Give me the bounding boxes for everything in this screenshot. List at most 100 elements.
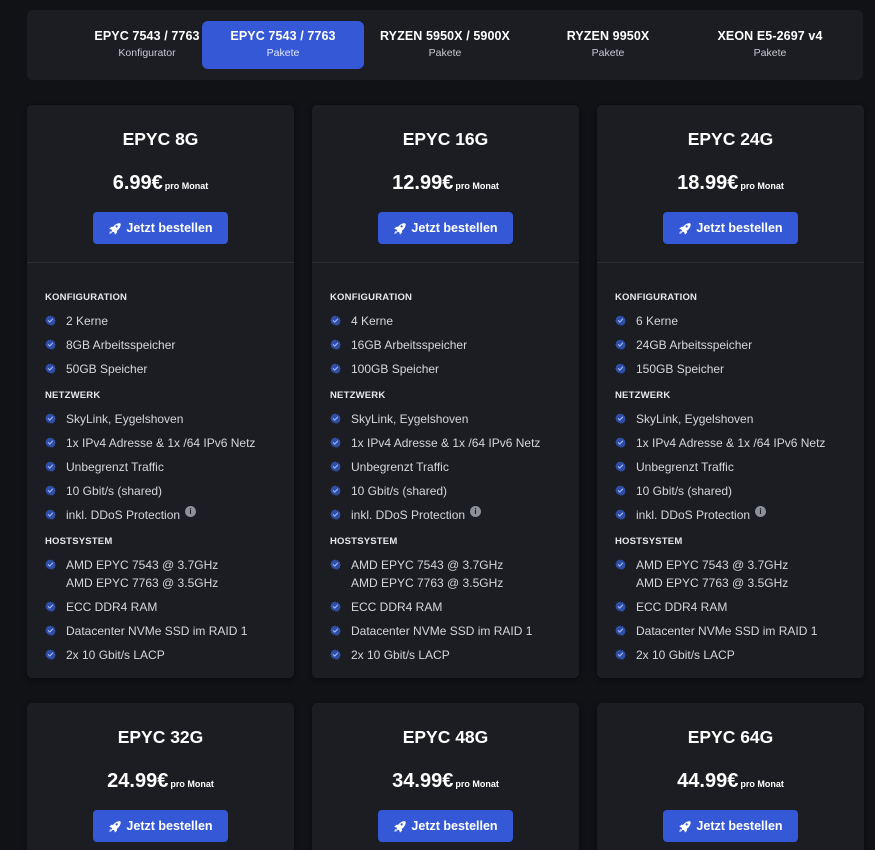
info-icon[interactable]: i xyxy=(185,506,197,517)
cpu-line-2: AMD EPYC 7763 @ 3.5GHz xyxy=(66,576,219,590)
section-netzwerk: NETZWERK xyxy=(330,390,386,401)
check-badge-icon xyxy=(615,649,626,660)
price-period: pro Monat xyxy=(740,181,784,191)
plan-price: 34.99€ xyxy=(392,770,454,792)
feature-text: 6 Kerne xyxy=(636,314,679,328)
plan-card: EPYC 48G 34.99€ pro Monat Jetzt bestellen xyxy=(312,703,579,850)
order-button[interactable]: Jetzt bestellen xyxy=(378,810,513,842)
feature-item: 2x 10 Gbit/s LACP xyxy=(330,646,579,664)
feature-text: ECC DDR4 RAM xyxy=(351,600,443,614)
feature-item: 24GB Arbeitsspeicher xyxy=(615,336,864,354)
tab-title: RYZEN 9950X xyxy=(566,29,650,43)
check-badge-icon xyxy=(330,315,341,326)
feature-text: 1x IPv4 Adresse & 1x /64 IPv6 Netz xyxy=(66,436,256,450)
check-badge-icon xyxy=(330,601,341,612)
order-button[interactable]: Jetzt bestellen xyxy=(93,810,228,842)
order-button[interactable]: Jetzt bestellen xyxy=(93,212,228,244)
feature-item: Datacenter NVMe SSD im RAID 1 xyxy=(330,622,579,640)
feature-item: 10 Gbit/s (shared) xyxy=(615,482,864,500)
check-badge-icon xyxy=(45,363,56,374)
feature-item: Unbegrenzt Traffic xyxy=(330,458,579,476)
plan-header: EPYC 64G 44.99€ pro Monat Jetzt bestellen xyxy=(597,703,864,850)
check-badge-icon xyxy=(615,339,626,350)
plan-price-row: 24.99€ pro Monat xyxy=(27,770,294,793)
feature-text: Unbegrenzt Traffic xyxy=(66,460,164,474)
feature-item: ECC DDR4 RAM xyxy=(45,598,294,616)
feature-text: ECC DDR4 RAM xyxy=(636,600,728,614)
cpu-line-1: AMD EPYC 7543 @ 3.7GHz xyxy=(636,558,789,572)
feature-item: Datacenter NVMe SSD im RAID 1 xyxy=(45,622,294,640)
check-badge-icon xyxy=(615,625,626,636)
feature-item: 1x IPv4 Adresse & 1x /64 IPv6 Netz xyxy=(45,434,294,452)
check-badge-icon xyxy=(45,601,56,612)
plan-price-row: 12.99€ pro Monat xyxy=(312,172,579,195)
check-badge-icon xyxy=(615,437,626,448)
section-hostsystem: HOSTSYSTEM xyxy=(330,536,398,547)
feature-text: 1x IPv4 Adresse & 1x /64 IPv6 Netz xyxy=(351,436,541,450)
feature-text: 100GB Speicher xyxy=(351,362,440,376)
feature-item: 1x IPv4 Adresse & 1x /64 IPv6 Netz xyxy=(330,434,579,452)
info-icon[interactable]: i xyxy=(755,506,767,517)
plan-card: EPYC 16G 12.99€ pro Monat Jetzt bestellen KO… xyxy=(312,105,579,678)
check-badge-icon xyxy=(45,437,56,448)
feature-text: Datacenter NVMe SSD im RAID 1 xyxy=(636,624,818,638)
feature-text: SkyLink, Eygelshoven xyxy=(66,412,184,426)
order-button[interactable]: Jetzt bestellen xyxy=(663,810,798,842)
plan-price-row: 18.99€ pro Monat xyxy=(597,172,864,195)
plan-price: 12.99€ xyxy=(392,172,454,194)
feature-item: 4 Kerne xyxy=(330,312,579,330)
order-button[interactable]: Jetzt bestellen xyxy=(663,212,798,244)
check-badge-icon xyxy=(615,315,626,326)
plan-price: 24.99€ xyxy=(107,770,169,792)
tab-subtitle: Pakete xyxy=(266,47,300,59)
feature-item: 50GB Speicher xyxy=(45,360,294,378)
feature-text: SkyLink, Eygelshoven xyxy=(351,412,469,426)
feature-item: ECC DDR4 RAM xyxy=(615,598,864,616)
rocket-icon xyxy=(679,222,692,235)
order-button[interactable]: Jetzt bestellen xyxy=(378,212,513,244)
feature-item: 10 Gbit/s (shared) xyxy=(45,482,294,500)
check-badge-icon xyxy=(330,363,341,374)
feature-text: 2x 10 Gbit/s LACP xyxy=(351,648,450,662)
check-badge-icon xyxy=(330,559,341,570)
plan-price: 6.99€ xyxy=(112,172,163,194)
order-button-label: Jetzt bestellen xyxy=(126,819,213,833)
check-badge-icon xyxy=(615,559,626,570)
check-badge-icon xyxy=(615,601,626,612)
feature-text: AMD EPYC 7543 @ 3.7GHz AMD EPYC 7763 @ 3.… xyxy=(351,556,503,592)
order-button-label: Jetzt bestellen xyxy=(411,221,498,235)
plan-name: EPYC 24G xyxy=(687,129,774,149)
plan-name: EPYC 8G xyxy=(122,129,199,149)
feature-text: 24GB Arbeitsspeicher xyxy=(636,338,753,352)
feature-item: AMD EPYC 7543 @ 3.7GHz AMD EPYC 7763 @ 3.… xyxy=(330,556,579,592)
plan-card: EPYC 32G 24.99€ pro Monat Jetzt bestellen xyxy=(27,703,294,850)
feature-item: 2 Kerne xyxy=(45,312,294,330)
rocket-icon xyxy=(109,222,122,235)
tab-ryzen-5950x-pakete[interactable]: RYZEN 5950X / 5900X Pakete xyxy=(364,21,526,69)
feature-item: AMD EPYC 7543 @ 3.7GHz AMD EPYC 7763 @ 3.… xyxy=(615,556,864,592)
tab-ryzen-9950x-pakete[interactable]: RYZEN 9950X Pakete xyxy=(527,21,689,69)
check-badge-icon xyxy=(45,509,56,520)
feature-text: 2x 10 Gbit/s LACP xyxy=(636,648,735,662)
price-period: pro Monat xyxy=(170,779,214,789)
section-netzwerk: NETZWERK xyxy=(615,390,671,401)
feature-text: inkl. DDoS Protection xyxy=(66,508,181,522)
check-badge-icon xyxy=(45,559,56,570)
price-period: pro Monat xyxy=(455,779,499,789)
info-icon[interactable]: i xyxy=(470,506,482,517)
feature-item: SkyLink, Eygelshoven xyxy=(45,410,294,428)
cpu-line-2: AMD EPYC 7763 @ 3.5GHz xyxy=(636,576,789,590)
feature-text: 10 Gbit/s (shared) xyxy=(351,484,448,498)
section-konfiguration: KONFIGURATION xyxy=(45,292,128,303)
tab-epyc-pakete[interactable]: EPYC 7543 / 7763 Pakete xyxy=(202,21,364,69)
feature-text: inkl. DDoS Protection xyxy=(636,508,751,522)
feature-item: 100GB Speicher xyxy=(330,360,579,378)
check-badge-icon xyxy=(330,485,341,496)
tab-title: RYZEN 5950X / 5900X xyxy=(380,29,510,43)
rocket-icon xyxy=(679,820,692,833)
plan-header: EPYC 16G 12.99€ pro Monat Jetzt bestellen xyxy=(312,105,579,263)
tab-xeon-pakete[interactable]: XEON E5-2697 v4 Pakete xyxy=(689,21,851,69)
rocket-icon xyxy=(394,820,407,833)
check-badge-icon xyxy=(45,485,56,496)
feature-item: AMD EPYC 7543 @ 3.7GHz AMD EPYC 7763 @ 3.… xyxy=(45,556,294,592)
